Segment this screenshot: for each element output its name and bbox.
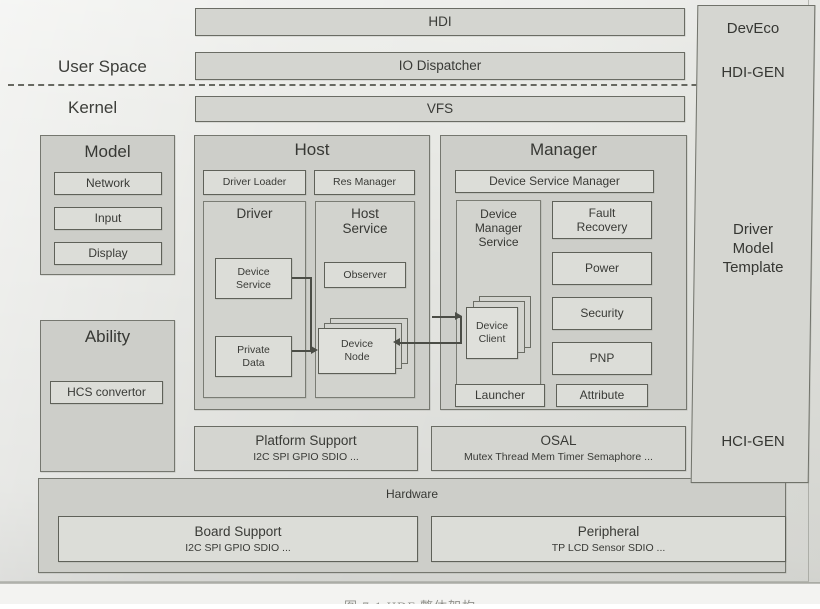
rail-item-deveco: DevEco [726,20,780,37]
device-node-stack[interactable]: Device Node [318,318,410,382]
manager-item-security[interactable]: Security [552,297,652,330]
rail-item-hci-gen: HCI-GEN [721,433,785,450]
host-item-driver-loader[interactable]: Driver Loader [203,170,306,195]
platform-support-title: Platform Support [255,433,357,449]
platform-support-box[interactable]: Platform Support I2C SPI GPIO SDIO ... [194,426,418,471]
manager-item-attribute[interactable]: Attribute [556,384,648,407]
osal-subtitle: Mutex Thread Mem Timer Semaphore ... [464,451,653,464]
group-hardware-title: Hardware [385,487,439,501]
subgroup-driver-title: Driver [236,206,273,221]
connector-device-service-v [310,277,312,351]
group-ability-title: Ability [84,327,131,346]
osal-title: OSAL [540,433,577,449]
connector-node-client-lower [397,342,462,344]
label-user-space: User Space [58,57,147,76]
rail-item-driver-model-template: Driver Model Template [722,221,784,276]
ability-item-hcs-convertor[interactable]: HCS convertor [50,381,163,404]
manager-item-pnp[interactable]: PNP [552,342,652,375]
host-item-res-manager[interactable]: Res Manager [314,170,415,195]
band-io-dispatcher[interactable]: IO Dispatcher [195,52,685,80]
driver-item-device-service[interactable]: Device Service [215,258,292,299]
caption-crop-mask [0,604,820,609]
group-host-title: Host [294,140,330,159]
group-manager-title: Manager [529,140,598,159]
board-support-title: Board Support [194,523,282,539]
rail-item-hdi-gen: HDI-GEN [721,64,785,81]
arrow-to-device-client [455,312,462,320]
band-vfs[interactable]: VFS [195,96,685,122]
page-bottom-rule [0,582,820,584]
band-hdi[interactable]: HDI [195,8,685,36]
arrow-to-device-node-left [311,346,318,354]
peripheral-title: Peripheral [577,523,640,539]
manager-item-launcher[interactable]: Launcher [455,384,545,407]
subgroup-host-service-title: Host Service [342,206,388,236]
manager-item-fault-recovery[interactable]: Fault Recovery [552,201,652,239]
group-model-title: Model [84,142,131,161]
device-client-stack[interactable]: Device Client [466,296,538,366]
host-service-item-observer[interactable]: Observer [324,262,406,288]
model-item-network[interactable]: Network [54,172,162,195]
board-support-subtitle: I2C SPI GPIO SDIO ... [185,541,291,554]
connector-node-client-v [460,316,462,343]
driver-item-private-data[interactable]: Private Data [215,336,292,377]
manager-device-service-manager[interactable]: Device Service Manager [455,170,654,193]
manager-item-power[interactable]: Power [552,252,652,285]
device-node-card[interactable]: Device Node [318,328,396,374]
peripheral-subtitle: TP LCD Sensor SDIO ... [551,541,666,554]
osal-box[interactable]: OSAL Mutex Thread Mem Timer Semaphore ..… [431,426,686,471]
model-item-display[interactable]: Display [54,242,162,265]
subgroup-device-manager-service-title: Device Manager Service [474,207,523,249]
arrow-to-device-node-right [393,338,400,346]
device-client-card[interactable]: Device Client [466,307,518,359]
board-support-box[interactable]: Board Support I2C SPI GPIO SDIO ... [58,516,418,562]
label-kernel: Kernel [68,98,118,117]
model-item-input[interactable]: Input [54,207,162,230]
peripheral-box[interactable]: Peripheral TP LCD Sensor SDIO ... [431,516,786,562]
user-kernel-divider [8,84,798,86]
figure-canvas: User Space Kernel HDI IO Dispatcher VFS … [0,0,820,609]
connector-device-service-h [292,277,312,279]
platform-support-subtitle: I2C SPI GPIO SDIO ... [253,451,359,464]
